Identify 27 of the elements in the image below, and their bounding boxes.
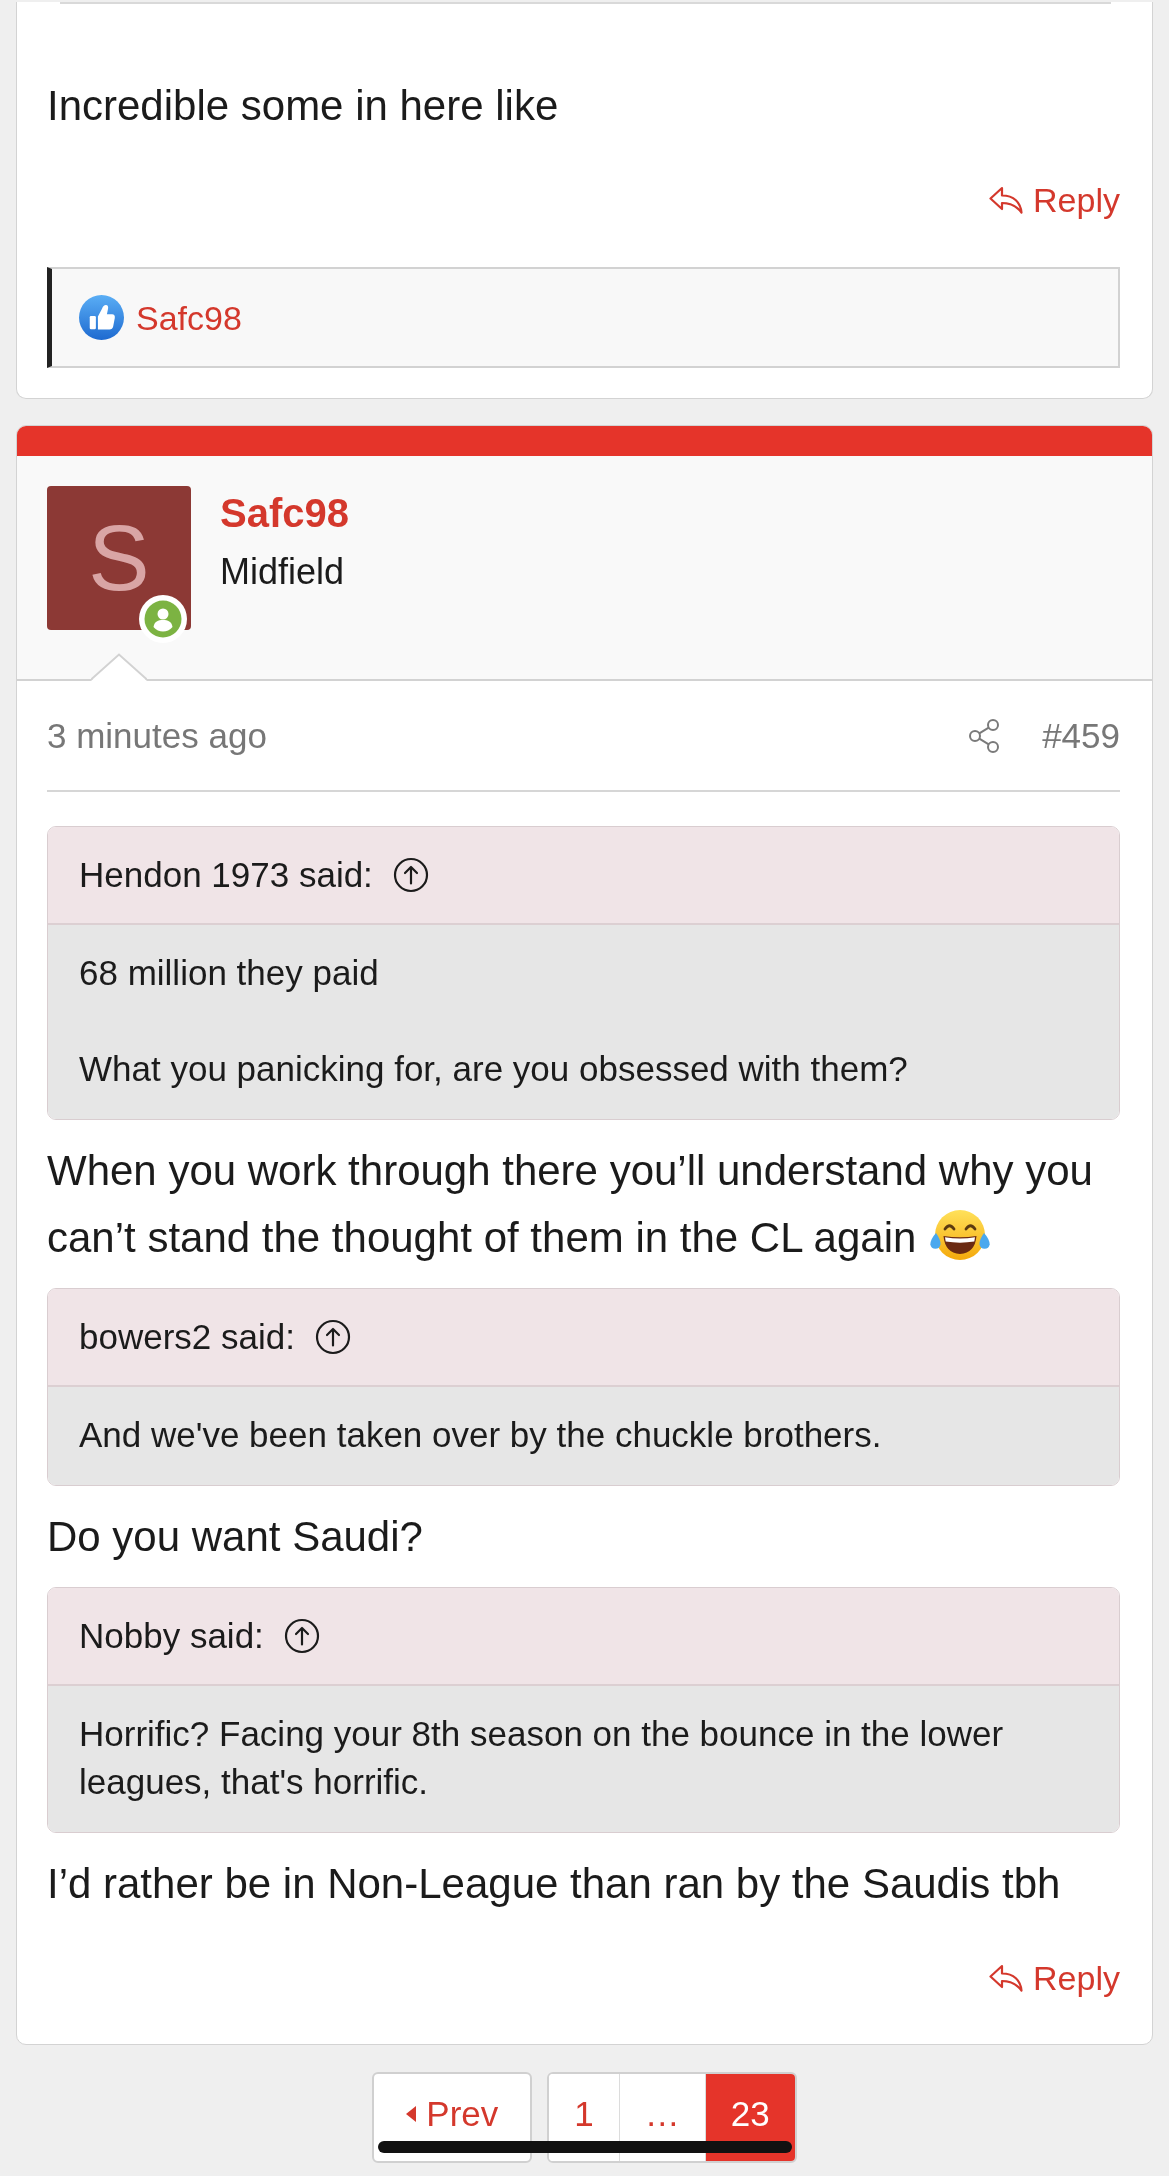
arrow-up-circle-icon[interactable]	[314, 1319, 351, 1355]
quote-text: What you panicking for, are you obsessed with them?	[79, 1048, 909, 1090]
avatar[interactable]: S	[47, 486, 191, 630]
quote-author: Nobby said:	[79, 1615, 264, 1657]
thumbs-up-icon	[79, 295, 124, 340]
reaction-user-link[interactable]: Safc98	[136, 297, 242, 338]
post-text: Do you want Saudi?	[47, 1512, 424, 1562]
post-text: When you work through there you’ll understand why you can’t stand the thought of them in the CL again	[47, 1137, 1120, 1271]
share-icon[interactable]	[968, 717, 1001, 754]
quote-author: Hendon 1973 said:	[79, 854, 373, 896]
user-title: Midfield	[220, 550, 345, 594]
caret-left-icon	[406, 2105, 417, 2122]
reply-icon	[988, 1963, 1025, 1993]
reply-icon	[988, 185, 1025, 215]
quote-author: bowers2 said:	[79, 1316, 295, 1358]
reply-link[interactable]: Reply	[988, 180, 1120, 220]
quote-text: 68 million they paid	[79, 952, 380, 994]
post-time-link[interactable]: 3 minutes ago	[47, 714, 267, 757]
post-number-link[interactable]: #459	[1042, 714, 1120, 757]
arrow-up-circle-icon[interactable]	[283, 1618, 320, 1654]
arrow-up-circle-icon[interactable]	[392, 857, 429, 893]
reply-link[interactable]: Reply	[988, 1958, 1120, 1998]
post-text: Incredible some in here like	[47, 81, 560, 131]
quote-text: Horrific? Facing your 8th season on the bounce in the lower leagues, that's horrific.	[79, 1713, 1005, 1803]
quote-text: And we've been taken over by the chuckle brothers.	[79, 1414, 883, 1456]
post-text: I’d rather be in Non-League than ran by the Saudis tbh	[47, 1859, 1062, 1909]
username-link[interactable]: Safc98	[220, 489, 349, 537]
